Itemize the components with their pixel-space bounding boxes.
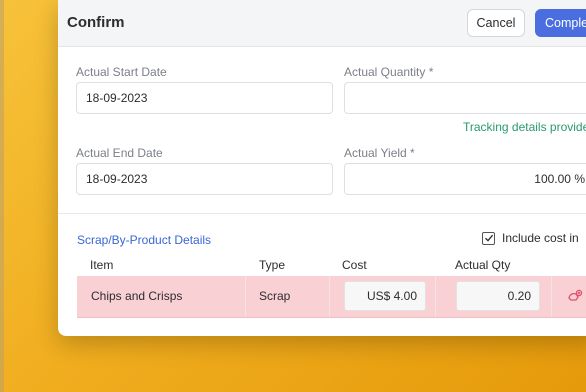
- row-cost-input[interactable]: US$ 4.00: [344, 281, 426, 311]
- confirm-dialog: Confirm Cancel Complete Actual Start Dat…: [58, 0, 586, 336]
- actual-start-date-field[interactable]: 18-09-2023: [76, 82, 333, 114]
- row-actual-qty-input[interactable]: 0.20: [456, 281, 540, 311]
- tracking-details-hint: Tracking details provided: [463, 120, 586, 134]
- actual-end-date-label: Actual End Date: [76, 146, 163, 160]
- row-item: Chips and Crisps: [91, 289, 183, 303]
- section-divider: [58, 213, 586, 214]
- background-panel-edge: [0, 0, 4, 392]
- row-type: Scrap: [259, 289, 291, 303]
- actual-yield-field[interactable]: 100.00 %: [344, 163, 586, 195]
- column-header-item: Item: [90, 258, 114, 272]
- column-header-cost: Cost: [342, 258, 367, 272]
- actual-quantity-label: Actual Quantity *: [344, 65, 434, 79]
- actual-yield-label: Actual Yield *: [344, 146, 415, 160]
- column-header-actual-qty: Actual Qty: [455, 258, 511, 272]
- complete-button[interactable]: Complete: [535, 9, 586, 37]
- column-separator: [245, 276, 246, 317]
- actual-end-date-field[interactable]: 18-09-2023: [76, 163, 333, 195]
- table-header: Item Type Cost Actual Qty: [77, 254, 586, 277]
- table-row: Chips and Crisps Scrap US$ 4.00 0.20: [77, 276, 586, 318]
- column-separator: [329, 276, 330, 317]
- column-header-type: Type: [259, 258, 286, 272]
- dialog-title: Confirm: [67, 14, 125, 31]
- actual-start-date-label: Actual Start Date: [76, 65, 167, 79]
- include-cost-checkbox[interactable]: [482, 231, 495, 245]
- actual-quantity-field[interactable]: [344, 82, 586, 114]
- dialog-header: Confirm Cancel Complete: [58, 0, 586, 47]
- cancel-button[interactable]: Cancel: [467, 9, 525, 37]
- include-cost-toggle[interactable]: Include cost in: [482, 231, 579, 245]
- checkmark-icon: [484, 234, 493, 242]
- column-separator: [435, 276, 436, 317]
- scrap-section-title: Scrap/By-Product Details: [77, 233, 212, 247]
- remove-row-icon[interactable]: [567, 288, 583, 304]
- include-cost-label: Include cost in: [502, 231, 579, 245]
- column-separator: [551, 276, 552, 317]
